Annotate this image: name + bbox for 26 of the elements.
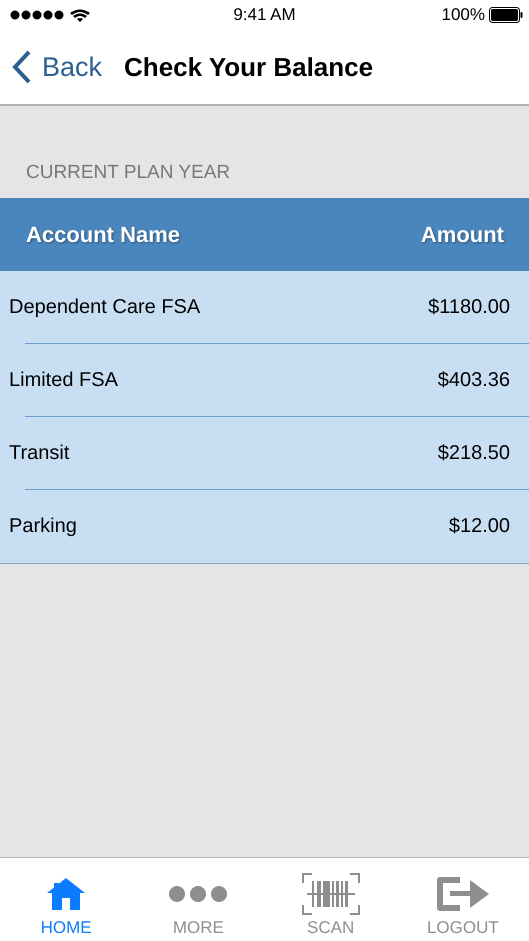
screen-title: Check Your Balance xyxy=(124,52,374,82)
tab-button[interactable]: MORE xyxy=(132,858,264,941)
tab-button[interactable]: HOME xyxy=(0,858,132,941)
table-cell: $12.00 xyxy=(448,515,510,538)
back-button[interactable]: Back xyxy=(12,50,102,84)
table-cell: $403.36 xyxy=(438,369,510,392)
section-label: CURRENT PLAN YEAR xyxy=(26,162,232,185)
chevron-left-icon xyxy=(12,50,32,84)
table-cell: Parking xyxy=(9,515,77,538)
more-icon xyxy=(168,885,228,903)
battery-percent: 100% xyxy=(442,5,485,25)
column-header: Amount xyxy=(420,222,504,248)
column-header: Account Name xyxy=(26,222,180,248)
barcode-scan-icon xyxy=(302,873,360,915)
table-cell: Transit xyxy=(9,442,70,465)
table-cell: Limited FSA xyxy=(9,369,118,392)
table-cell: $218.50 xyxy=(438,442,510,465)
logout-icon xyxy=(436,876,490,912)
battery-icon xyxy=(489,7,523,23)
status-time: 9:41 AM xyxy=(232,5,297,25)
table-cell: $1180.00 xyxy=(428,296,510,319)
tab-button[interactable]: SCAN xyxy=(264,858,397,941)
signal-icon xyxy=(10,8,90,22)
tab-button[interactable]: LOGOUT xyxy=(396,858,529,941)
table-cell: Dependent Care FSA xyxy=(9,296,200,319)
house-icon xyxy=(46,877,86,911)
